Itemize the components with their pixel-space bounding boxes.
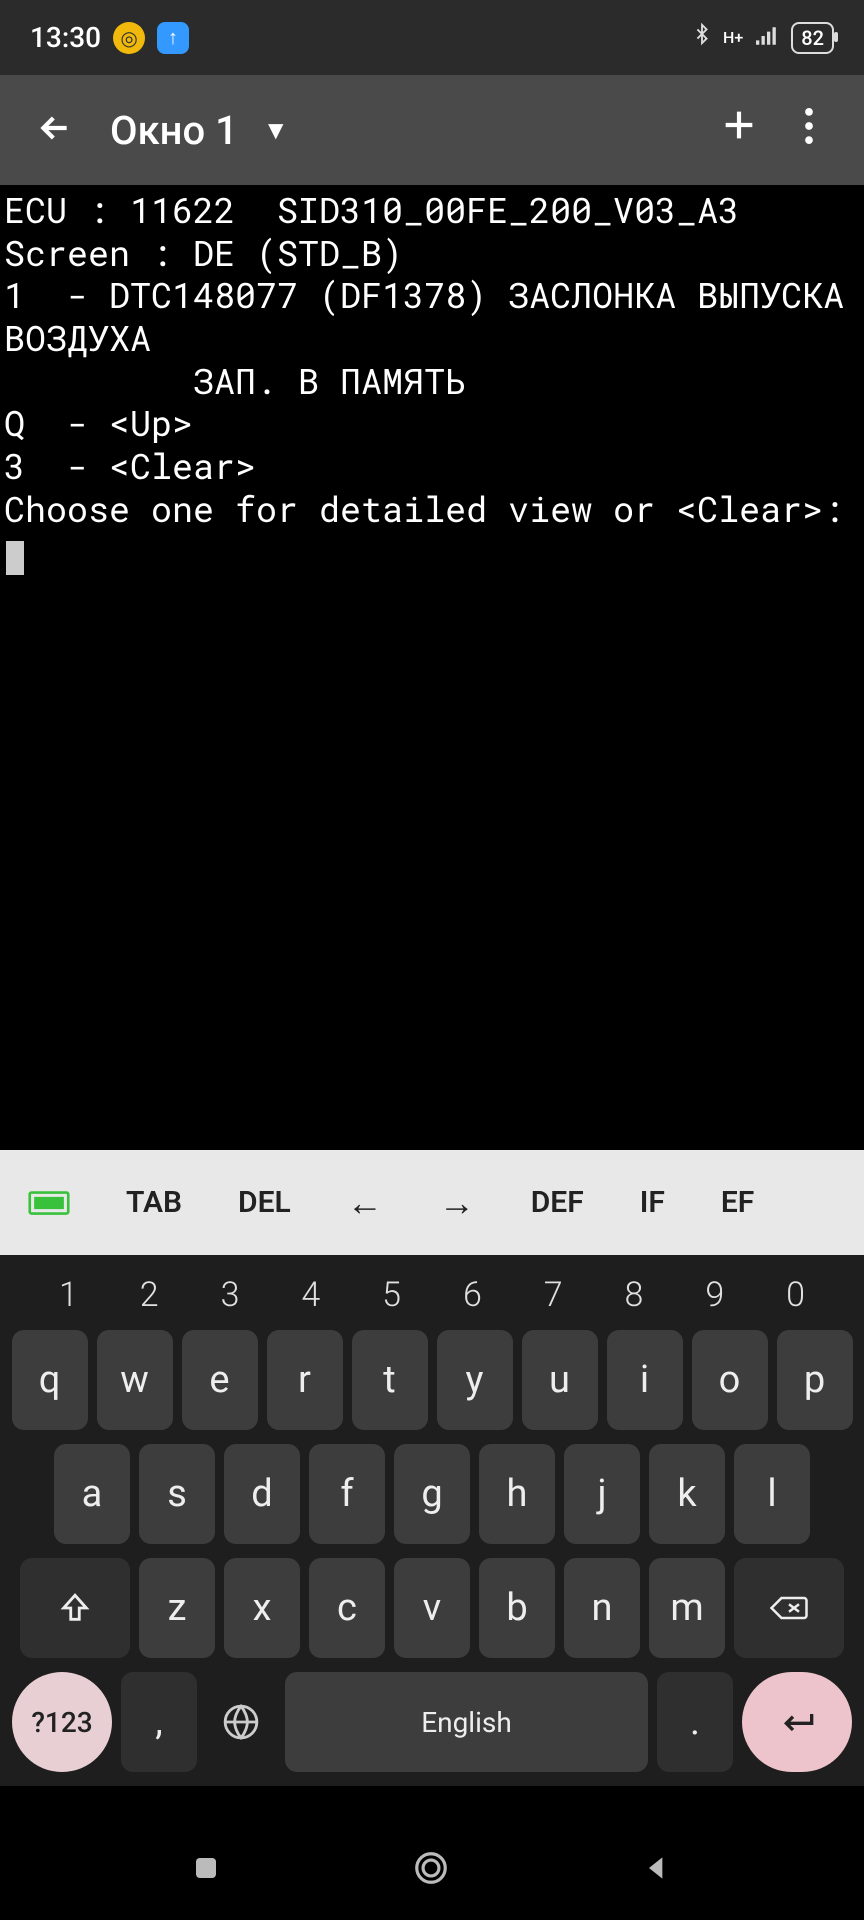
num-hint: 3 — [190, 1275, 271, 1315]
key-g[interactable]: g — [394, 1444, 470, 1544]
terminal-line: 1 - DTC148077 (DF1378) ЗАСЛОНКА ВЫПУСКА … — [4, 272, 864, 361]
nav-back-icon[interactable] — [641, 1852, 673, 1888]
key-c[interactable]: c — [309, 1558, 385, 1658]
terminal-line: ЗАП. В ПАМЯТЬ — [4, 358, 466, 404]
window-title: Окно 1 — [110, 107, 238, 154]
key-b[interactable]: b — [479, 1558, 555, 1658]
nav-recent-icon[interactable] — [191, 1853, 221, 1887]
key-def[interactable]: DEF — [503, 1150, 612, 1255]
key-tab[interactable]: TAB — [98, 1150, 210, 1255]
key-u[interactable]: u — [522, 1330, 598, 1430]
key-h[interactable]: h — [479, 1444, 555, 1544]
number-hint-row: 1 2 3 4 5 6 7 8 9 0 — [8, 1265, 856, 1330]
terminal-line: 3 - <Clear> — [4, 443, 256, 489]
key-shift[interactable] — [20, 1558, 130, 1658]
key-m[interactable]: m — [649, 1558, 725, 1658]
terminal-line: Choose one for detailed view or <Clear>: — [4, 486, 844, 532]
key-f[interactable]: f — [309, 1444, 385, 1544]
key-language[interactable] — [206, 1672, 276, 1772]
key-i[interactable]: i — [607, 1330, 683, 1430]
num-hint: 6 — [432, 1275, 513, 1315]
key-x[interactable]: x — [224, 1558, 300, 1658]
num-hint: 5 — [351, 1275, 432, 1315]
app-bar: Окно 1 ▼ — [0, 75, 864, 185]
key-if[interactable]: IF — [612, 1150, 693, 1255]
key-q[interactable]: q — [12, 1330, 88, 1430]
key-p[interactable]: p — [777, 1330, 853, 1430]
key-left[interactable]: ← — [319, 1150, 411, 1255]
key-del[interactable]: DEL — [210, 1150, 319, 1255]
app-indicator-icon: ◎ — [113, 22, 145, 54]
status-bar: 13:30 ◎ ↑ H+ 82 — [0, 0, 864, 75]
key-backspace[interactable] — [734, 1558, 844, 1658]
dropdown-icon: ▼ — [263, 115, 289, 146]
key-v[interactable]: v — [394, 1558, 470, 1658]
key-symbols[interactable]: ?123 — [12, 1672, 112, 1772]
key-r[interactable]: r — [267, 1330, 343, 1430]
signal-icon — [753, 21, 781, 54]
toggle-keyboard-icon[interactable] — [0, 1150, 98, 1255]
status-time: 13:30 — [30, 21, 101, 54]
key-space[interactable]: English — [285, 1672, 648, 1772]
key-s[interactable]: s — [139, 1444, 215, 1544]
key-enter[interactable] — [742, 1672, 852, 1772]
add-button[interactable] — [704, 105, 774, 156]
num-hint: 8 — [594, 1275, 675, 1315]
terminal-line: Q - <Up> — [4, 400, 193, 446]
key-l[interactable]: l — [734, 1444, 810, 1544]
terminal-cursor — [6, 541, 24, 575]
key-k[interactable]: k — [649, 1444, 725, 1544]
terminal-line: ECU : 11622 SID310_00FE_200_V03_A3 — [4, 187, 739, 233]
menu-button[interactable] — [774, 108, 844, 153]
num-hint: 0 — [755, 1275, 836, 1315]
key-a[interactable]: a — [54, 1444, 130, 1544]
key-y[interactable]: y — [437, 1330, 513, 1430]
key-comma[interactable]: , — [121, 1672, 197, 1772]
system-nav-bar — [0, 1820, 864, 1920]
num-hint: 2 — [109, 1275, 190, 1315]
soft-keyboard: 1 2 3 4 5 6 7 8 9 0 q w e r t y u i o p … — [0, 1255, 864, 1786]
key-ef[interactable]: EF — [693, 1150, 764, 1255]
key-z[interactable]: z — [139, 1558, 215, 1658]
window-selector[interactable]: Окно 1 ▼ — [110, 107, 289, 154]
num-hint: 1 — [28, 1275, 109, 1315]
key-w[interactable]: w — [97, 1330, 173, 1430]
key-e[interactable]: e — [182, 1330, 258, 1430]
bluetooth-icon — [691, 20, 713, 55]
upload-icon: ↑ — [157, 22, 189, 54]
key-period[interactable]: . — [657, 1672, 733, 1772]
num-hint: 4 — [270, 1275, 351, 1315]
network-type-label: H+ — [723, 30, 743, 46]
key-j[interactable]: j — [564, 1444, 640, 1544]
key-d[interactable]: d — [224, 1444, 300, 1544]
terminal-line: Screen : DE (STD_B) — [4, 230, 403, 276]
num-hint: 7 — [513, 1275, 594, 1315]
battery-indicator: 82 — [791, 22, 834, 54]
terminal-output[interactable]: ECU : 11622 SID310_00FE_200_V03_A3 Scree… — [0, 185, 864, 1150]
key-right[interactable]: → — [411, 1150, 503, 1255]
nav-home-icon[interactable] — [412, 1849, 450, 1891]
key-o[interactable]: o — [692, 1330, 768, 1430]
key-t[interactable]: t — [352, 1330, 428, 1430]
key-n[interactable]: n — [564, 1558, 640, 1658]
back-button[interactable] — [20, 108, 90, 152]
num-hint: 9 — [674, 1275, 755, 1315]
extra-key-row: TAB DEL ← → DEF IF EF — [0, 1150, 864, 1255]
